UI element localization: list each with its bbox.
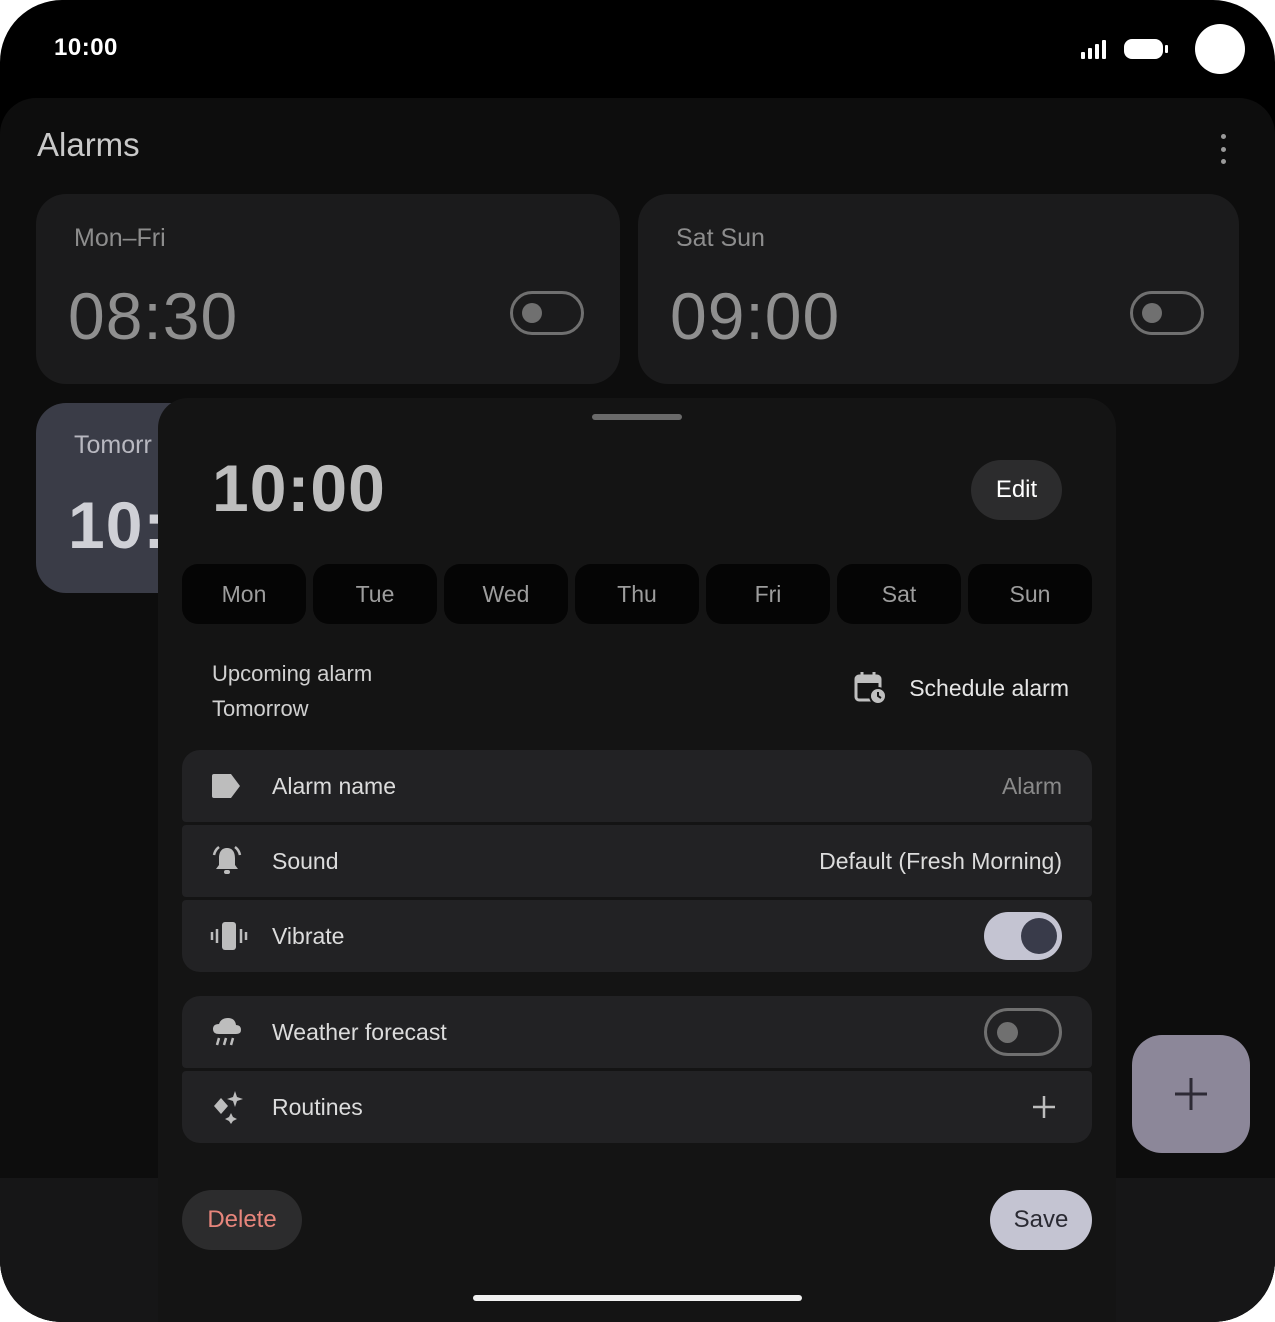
alarm-name-label: Alarm name (272, 772, 396, 799)
vibrate-toggle[interactable] (984, 912, 1062, 960)
signal-icon (1081, 40, 1106, 59)
day-thu[interactable]: Thu (575, 564, 699, 624)
schedule-alarm-button[interactable]: Schedule alarm (853, 671, 1069, 705)
alarm-card-weekend[interactable]: Sat Sun 09:00 (638, 194, 1239, 384)
day-wed[interactable]: Wed (444, 564, 568, 624)
alarm-time: 10: (68, 488, 167, 562)
sound-row[interactable]: Sound Default (Fresh Morning) (182, 825, 1092, 897)
upcoming-alarm-info: Upcoming alarm Tomorrow (212, 656, 372, 726)
routines-label: Routines (272, 1093, 363, 1120)
upcoming-when: Tomorrow (212, 696, 309, 721)
day-sat[interactable]: Sat (837, 564, 961, 624)
alarm-toggle[interactable] (1130, 291, 1204, 335)
delete-button[interactable]: Delete (182, 1190, 302, 1250)
weather-label: Weather forecast (272, 1018, 447, 1045)
vibrate-row[interactable]: Vibrate (182, 900, 1092, 972)
weather-toggle[interactable] (984, 1008, 1062, 1056)
sparkle-icon (214, 1091, 243, 1124)
day-mon[interactable]: Mon (182, 564, 306, 624)
overflow-menu-icon[interactable] (1209, 131, 1237, 167)
add-alarm-button[interactable] (1132, 1035, 1250, 1153)
drag-handle[interactable] (592, 414, 682, 420)
device-frame: 10:00 Alarms Mon–Fri 08:30 Sat Sun 09:00… (0, 0, 1275, 1322)
alarm-time: 08:30 (68, 279, 239, 353)
plus-icon[interactable] (1032, 1095, 1056, 1119)
weather-icon (213, 1018, 241, 1046)
day-sun[interactable]: Sun (968, 564, 1092, 624)
sound-value: Default (Fresh Morning) (819, 847, 1062, 874)
page-title: Alarms (37, 126, 140, 163)
day-selector: Mon Tue Wed Thu Fri Sat Sun (182, 564, 1092, 624)
sheet-alarm-time[interactable]: 10:00 (212, 450, 386, 526)
camera-cutout (1195, 24, 1245, 74)
alarm-card-weekdays[interactable]: Mon–Fri 08:30 (36, 194, 620, 384)
alarm-time: 09:00 (670, 279, 841, 353)
home-indicator[interactable] (473, 1295, 802, 1301)
calendar-clock-icon (854, 672, 888, 705)
battery-icon (1124, 39, 1168, 59)
alarm-days: Mon–Fri (74, 224, 166, 252)
day-tue[interactable]: Tue (313, 564, 437, 624)
sound-label: Sound (272, 847, 339, 874)
edit-button[interactable]: Edit (971, 460, 1062, 520)
schedule-alarm-label: Schedule alarm (909, 674, 1069, 701)
plus-icon (1175, 1078, 1207, 1110)
vibrate-label: Vibrate (272, 922, 345, 949)
alarm-toggle[interactable] (510, 291, 584, 335)
save-button[interactable]: Save (990, 1190, 1092, 1250)
alarm-days: Sat Sun (676, 224, 765, 252)
alarm-name-row[interactable]: Alarm name Alarm (182, 750, 1092, 822)
bell-icon (212, 846, 242, 874)
status-icons (1081, 24, 1245, 74)
day-fri[interactable]: Fri (706, 564, 830, 624)
label-icon (212, 774, 240, 798)
alarm-name-value: Alarm (1001, 772, 1062, 799)
status-bar: 10:00 (0, 0, 1275, 98)
upcoming-label: Upcoming alarm (212, 661, 373, 686)
weather-row[interactable]: Weather forecast (182, 996, 1092, 1068)
status-time: 10:00 (54, 34, 118, 61)
alarm-edit-sheet: 10:00 Edit Mon Tue Wed Thu Fri Sat Sun U… (158, 398, 1116, 1322)
alarm-days: Tomorr (74, 431, 152, 459)
vibrate-icon (210, 922, 248, 950)
routines-row[interactable]: Routines (182, 1071, 1092, 1143)
